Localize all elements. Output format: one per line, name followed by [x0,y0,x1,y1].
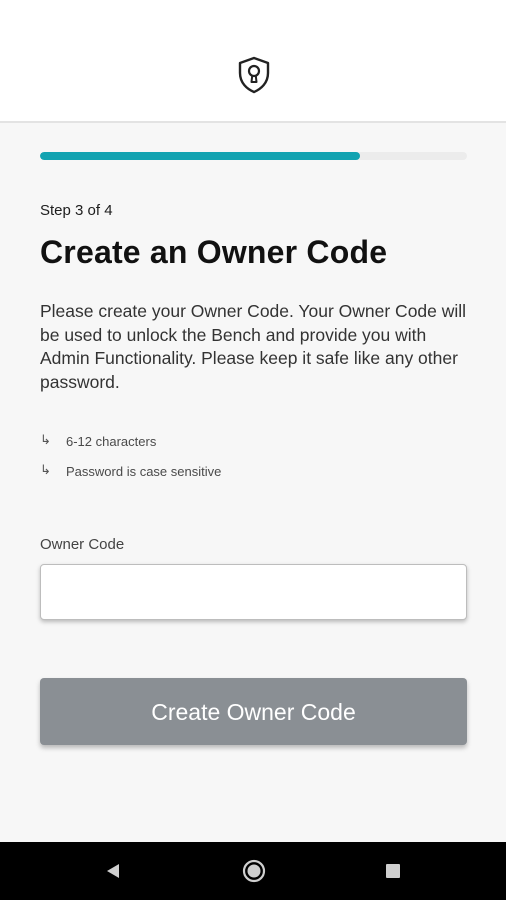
return-arrow-icon: ↳ [40,432,51,447]
step-indicator: Step 3 of 4 [40,202,113,219]
requirement-item: ↳ Password is case sensitive [40,462,222,480]
system-nav-bar [0,842,506,900]
progress-fill [40,152,361,160]
create-owner-code-button[interactable]: Create Owner Code [40,678,467,745]
recent-square-icon[interactable] [385,863,401,879]
page-title: Create an Owner Code [40,234,388,270]
return-arrow-icon: ↳ [40,462,51,477]
requirement-text: 6-12 characters [66,434,157,449]
shield-keyhole-icon [238,56,270,94]
description: Please create your Owner Code. Your Owne… [40,301,467,392]
app-header [0,0,506,123]
requirement-item: ↳ 6-12 characters [40,432,157,450]
requirement-text: Password is case sensitive [66,464,222,479]
back-triangle-icon[interactable] [104,862,122,880]
owner-code-label: Owner Code [40,536,125,553]
progress-bar [40,152,467,160]
home-circle-icon[interactable] [242,859,266,883]
owner-code-input[interactable] [40,564,467,620]
